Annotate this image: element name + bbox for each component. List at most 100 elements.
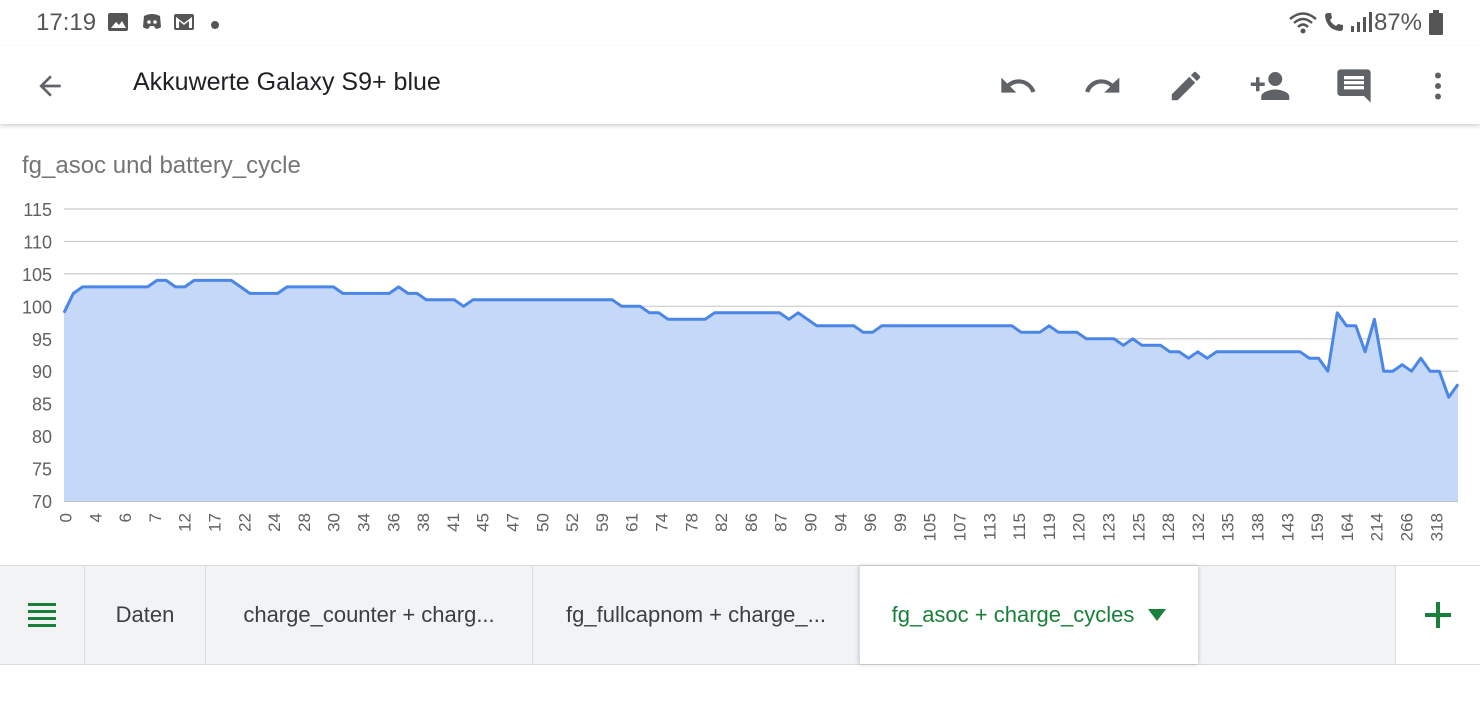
- redo-button[interactable]: [1080, 64, 1124, 108]
- x-tick-label: 113: [980, 513, 999, 540]
- y-tick-label: 80: [32, 427, 52, 447]
- y-tick-label: 75: [32, 460, 52, 480]
- more-options-button[interactable]: [1416, 64, 1460, 108]
- x-tick-label: 36: [384, 513, 403, 532]
- x-tick-label: 24: [265, 513, 284, 532]
- x-tick-label: 123: [1099, 513, 1118, 541]
- tab-daten[interactable]: Daten: [84, 566, 205, 664]
- tab-label: fg_asoc + charge_cycles: [891, 602, 1135, 627]
- x-tick-label: 96: [861, 513, 880, 532]
- x-tick-label: 59: [593, 513, 612, 532]
- x-tick-label: 12: [176, 513, 195, 532]
- y-tick-label: 110: [23, 232, 52, 252]
- x-tick-label: 138: [1248, 513, 1267, 541]
- battery-icon: [1428, 10, 1444, 41]
- x-tick-label: 7: [146, 513, 165, 522]
- x-tick-label: 159: [1308, 513, 1327, 541]
- y-tick-label: 85: [32, 395, 52, 415]
- y-tick-label: 100: [22, 297, 52, 317]
- x-tick-label: 99: [891, 513, 910, 532]
- x-tick-label: 120: [1070, 513, 1089, 541]
- x-axis-ticks: 0 4 6 7 12 17 22 24 28 30 34 36 38 41 45 47 50 52 59 61 74 78…: [56, 513, 1446, 541]
- x-tick-label: 34: [354, 513, 373, 532]
- chart: fg_asoc und battery_cycle 70758085909510…: [22, 152, 1460, 541]
- plus-icon: [1425, 602, 1451, 628]
- x-tick-label: 132: [1189, 513, 1208, 541]
- signal-icon: [1350, 10, 1372, 39]
- list-icon: [28, 603, 56, 627]
- y-tick-label: 105: [22, 265, 52, 285]
- y-tick-label: 70: [32, 492, 52, 512]
- tab-label: Daten: [115, 602, 175, 627]
- x-tick-label: 90: [801, 513, 820, 532]
- x-tick-label: 266: [1397, 513, 1416, 541]
- y-tick-label: 90: [32, 362, 52, 382]
- wifi-icon: [1288, 10, 1318, 41]
- x-tick-label: 119: [1040, 513, 1059, 540]
- arrow-back-icon: [39, 75, 61, 97]
- app-bar: Akkuwerte Galaxy S9+ blue: [0, 46, 1480, 124]
- x-tick-label: 87: [772, 513, 791, 532]
- x-tick-label: 41: [444, 513, 463, 532]
- tab-label: fg_fullcapnom + charge_...: [566, 602, 826, 627]
- x-tick-label: 17: [205, 513, 224, 532]
- comments-button[interactable]: [1332, 64, 1376, 108]
- chart-container[interactable]: fg_asoc und battery_cycle 70 75 80 85 90 95 10…: [0, 126, 1480, 564]
- back-button[interactable]: [28, 64, 72, 108]
- x-tick-label: 47: [503, 513, 522, 532]
- more-vert-icon: [1435, 72, 1441, 100]
- x-tick-label: 125: [1129, 513, 1148, 541]
- y-axis-ticks: 70 75 80 85 90 95 100 105 110 115: [22, 200, 52, 512]
- tab-charge-counter[interactable]: charge_counter + charg...: [205, 566, 532, 664]
- person-add-icon: [1250, 72, 1290, 100]
- redo-icon: [1085, 77, 1120, 93]
- battery-percentage: 87%: [1373, 9, 1422, 36]
- pencil-icon: [1171, 71, 1201, 101]
- x-tick-label: 61: [623, 513, 642, 532]
- x-tick-label: 82: [712, 513, 731, 532]
- x-tick-label: 0: [56, 513, 75, 522]
- tab-fg-fullcapnom[interactable]: fg_fullcapnom + charge_...: [532, 566, 859, 664]
- image-notification-icon: [106, 10, 130, 39]
- status-time: 17:19: [36, 9, 97, 36]
- add-sheet-button[interactable]: [1395, 566, 1480, 664]
- x-tick-label: 45: [474, 513, 493, 532]
- x-tick-label: 107: [950, 513, 969, 541]
- all-sheets-menu-button[interactable]: [0, 566, 84, 664]
- x-tick-label: 105: [921, 513, 940, 541]
- discord-notification-icon: [140, 10, 164, 39]
- x-tick-label: 94: [831, 513, 850, 532]
- x-tick-label: 22: [235, 513, 254, 532]
- chart-title: fg_asoc und battery_cycle: [22, 152, 301, 179]
- tab-label: charge_counter + charg...: [243, 602, 495, 627]
- x-tick-label: 38: [414, 513, 433, 532]
- status-bar: 17:19 87%: [0, 0, 1480, 46]
- x-tick-label: 86: [742, 513, 761, 532]
- undo-icon: [1001, 77, 1036, 93]
- tab-dropdown-icon[interactable]: [1148, 609, 1167, 621]
- wifi-calling-icon: [1322, 10, 1346, 39]
- x-tick-label: 318: [1427, 513, 1446, 541]
- undo-button[interactable]: [996, 64, 1040, 108]
- y-tick-label: 95: [32, 330, 52, 350]
- y-tick-label: 115: [23, 200, 52, 220]
- share-button[interactable]: [1248, 64, 1292, 108]
- gmail-notification-icon: [172, 10, 196, 39]
- more-notifications-icon: [210, 17, 220, 35]
- x-tick-label: 50: [533, 513, 552, 532]
- document-title: Akkuwerte Galaxy S9+ blue: [133, 68, 441, 96]
- x-tick-label: 214: [1368, 513, 1387, 541]
- edit-button[interactable]: [1164, 64, 1208, 108]
- x-tick-label: 115: [1010, 513, 1029, 540]
- x-tick-label: 78: [682, 513, 701, 532]
- comment-icon: [1337, 69, 1371, 103]
- x-tick-label: 164: [1338, 513, 1357, 541]
- tab-fg-asoc[interactable]: fg_asoc + charge_cycles: [859, 566, 1198, 664]
- x-tick-label: 30: [325, 513, 344, 532]
- x-tick-label: 128: [1159, 513, 1178, 541]
- x-tick-label: 4: [86, 513, 105, 522]
- sheet-tab-bar: Daten charge_counter + charg... fg_fullc…: [0, 565, 1480, 665]
- x-tick-label: 135: [1219, 513, 1238, 541]
- x-tick-label: 28: [295, 513, 314, 532]
- x-tick-label: 143: [1278, 513, 1297, 541]
